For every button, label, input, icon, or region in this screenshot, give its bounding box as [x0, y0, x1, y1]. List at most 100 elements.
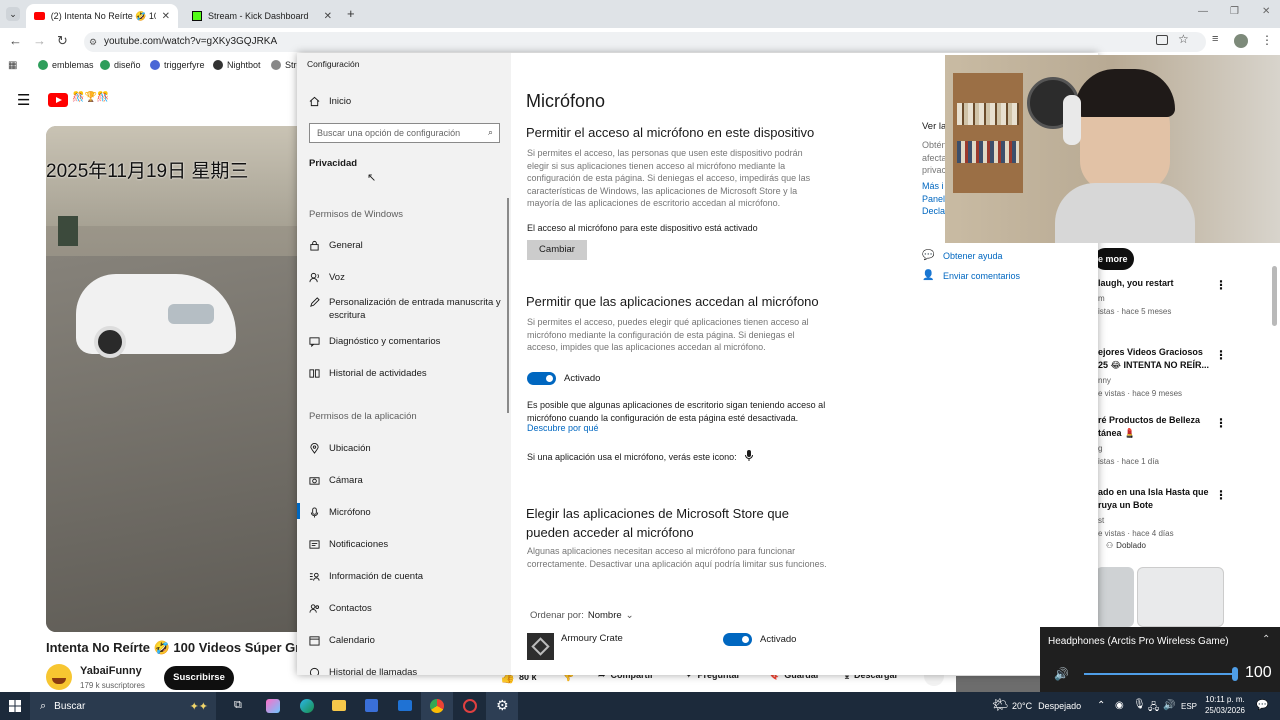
volume-slider-thumb[interactable]: [1232, 667, 1238, 681]
show-more-chip[interactable]: e more: [1094, 248, 1134, 270]
bookmark-diseno[interactable]: diseño: [100, 60, 141, 70]
bookmark-star-icon[interactable]: ☆: [1178, 32, 1189, 46]
windows-start-icon[interactable]: [9, 700, 21, 712]
settings-taskbar-item[interactable]: ⚙: [486, 692, 518, 720]
reload-icon[interactable]: ↻: [57, 33, 68, 49]
network-icon[interactable]: 🖧: [1148, 700, 1159, 717]
nav-scrollbar[interactable]: [507, 198, 509, 413]
related-link[interactable]: Más i: [922, 180, 944, 193]
tab-close-icon[interactable]: ✕: [162, 11, 170, 22]
sort-by-dropdown[interactable]: Ordenar por: Nombre ⌄: [530, 610, 634, 621]
minimize-icon[interactable]: —: [1198, 6, 1208, 17]
nav-location[interactable]: Ubicación: [309, 442, 509, 455]
language-indicator[interactable]: ESP: [1181, 702, 1197, 711]
microphone-tray-icon[interactable]: 🎙: [1133, 699, 1146, 710]
side-video-title-line2[interactable]: 25 😂 INTENTA NO REÍR...: [1098, 360, 1209, 371]
task-view-icon[interactable]: ⧉: [234, 699, 242, 712]
bookmark-nightbot[interactable]: Nightbot: [213, 60, 261, 70]
volume-slider-track[interactable]: [1084, 673, 1234, 675]
side-video-menu-icon[interactable]: ⋮: [1215, 416, 1227, 430]
speaker-icon[interactable]: 🔊: [1054, 667, 1069, 681]
related-link[interactable]: Decla: [922, 205, 945, 218]
audio-device-name[interactable]: Headphones (Arctis Pro Wireless Game): [1048, 636, 1229, 647]
side-video-menu-icon[interactable]: ⋮: [1215, 348, 1227, 362]
sort-by-label: Ordenar por:: [530, 610, 584, 621]
nav-notifications[interactable]: Notificaciones: [309, 538, 509, 551]
nav-microphone[interactable]: Micrófono: [309, 506, 509, 519]
related-link[interactable]: Panel: [922, 193, 945, 206]
browser-menu-icon[interactable]: ⋮: [1261, 33, 1273, 47]
side-video-title-line2[interactable]: ruya un Bote: [1098, 500, 1153, 510]
tab-search-chevron-icon[interactable]: ⌄: [6, 7, 20, 21]
send-feedback-link[interactable]: Enviar comentarios: [943, 270, 1020, 283]
address-bar[interactable]: ⚙ youtube.com/watch?v=gXKy3GQJRKA: [84, 32, 1206, 52]
side-video-title-line2[interactable]: tánea 💄: [1098, 428, 1135, 439]
channel-avatar[interactable]: [46, 664, 72, 690]
side-video-title[interactable]: ejores Videos Graciosos: [1098, 347, 1203, 357]
apps-grid-icon[interactable]: ▦: [8, 60, 17, 71]
nav-contacts[interactable]: Contactos: [309, 602, 509, 615]
tray-app-icon[interactable]: ◉: [1115, 700, 1124, 711]
nav-home[interactable]: Inicio: [309, 95, 509, 108]
nav-voice[interactable]: Voz: [309, 271, 509, 284]
side-video-title[interactable]: laugh, you restart: [1098, 278, 1174, 288]
get-help-link[interactable]: Obtener ayuda: [943, 250, 1003, 263]
nav-account-info[interactable]: Información de cuenta: [309, 570, 509, 583]
site-info-icon[interactable]: ⚙: [89, 32, 97, 52]
side-thumbnail[interactable]: [1096, 567, 1134, 627]
mail-icon[interactable]: [398, 700, 412, 711]
side-video-title[interactable]: ré Productos de Belleza: [1098, 415, 1200, 425]
desktop-apps-note: Es posible que algunas aplicaciones de e…: [527, 400, 826, 423]
clock[interactable]: 10:11 p. m. 25/03/2026: [1202, 695, 1248, 715]
taskbar-search[interactable]: ⌕ Buscar ✦✦: [30, 692, 216, 720]
volume-tray-icon[interactable]: 🔊: [1163, 700, 1175, 711]
bookmark-triggerfyre[interactable]: triggerfyre: [150, 60, 205, 70]
tab-kick[interactable]: Stream - Kick Dashboard ✕: [184, 4, 340, 28]
side-video-menu-icon[interactable]: ⋮: [1215, 278, 1227, 292]
chevron-up-icon[interactable]: ⌃: [1262, 634, 1270, 645]
obs-icon[interactable]: [463, 699, 477, 713]
media-controls-icon[interactable]: ≡: [1212, 33, 1218, 45]
edge-icon[interactable]: [300, 699, 314, 713]
youtube-logo-icon[interactable]: [48, 93, 68, 107]
bookmark-label: Nightbot: [227, 60, 261, 70]
nav-diagnostics[interactable]: Diagnóstico y comentarios: [309, 335, 509, 348]
close-window-icon[interactable]: ✕: [1262, 6, 1270, 17]
profile-avatar[interactable]: [1234, 34, 1248, 48]
forward-arrow-icon[interactable]: →: [33, 33, 46, 48]
bookmark-emblemas[interactable]: emblemas: [38, 60, 94, 70]
notification-center-icon[interactable]: 💬: [1256, 700, 1268, 711]
url-text: youtube.com/watch?v=gXKy3GQJRKA: [104, 36, 278, 47]
file-explorer-icon[interactable]: [332, 700, 346, 711]
side-thumbnail[interactable]: [1137, 567, 1224, 627]
nav-inking[interactable]: Personalización de entrada manuscrita y …: [309, 296, 509, 322]
nav-general[interactable]: General: [309, 239, 509, 252]
restore-icon[interactable]: ❐: [1230, 6, 1239, 17]
weather-widget[interactable]: 20°C Despejado: [1012, 701, 1081, 711]
show-hidden-icons-icon[interactable]: ⌃: [1097, 700, 1105, 711]
tab-close-icon[interactable]: ✕: [324, 11, 332, 22]
subscribe-button[interactable]: Suscribirse: [164, 666, 234, 690]
learn-why-link[interactable]: Descubre por qué: [527, 422, 599, 435]
store-icon[interactable]: [365, 699, 378, 712]
nav-call-history[interactable]: Historial de llamadas: [309, 666, 509, 675]
settings-search-input[interactable]: Buscar una opción de configuración ⌕: [309, 123, 500, 143]
back-arrow-icon[interactable]: ←: [9, 33, 22, 48]
nav-activity[interactable]: Historial de actividades: [309, 367, 509, 380]
change-button[interactable]: Cambiar: [527, 240, 587, 260]
app-access-toggle[interactable]: [527, 372, 556, 385]
app-toggle[interactable]: [723, 633, 752, 646]
hamburger-menu-icon[interactable]: ☰: [17, 91, 30, 109]
channel-name[interactable]: YabaiFunny: [80, 665, 142, 677]
page-scrollbar[interactable]: [1272, 266, 1277, 326]
chrome-taskbar-item[interactable]: [421, 692, 453, 720]
side-video-title[interactable]: ado en una Isla Hasta que: [1098, 487, 1209, 497]
copilot-icon[interactable]: [266, 699, 280, 713]
side-video-menu-icon[interactable]: ⋮: [1215, 488, 1227, 502]
nav-camera[interactable]: Cámara: [309, 474, 509, 487]
cast-icon[interactable]: [1156, 35, 1168, 45]
search-icon[interactable]: ⌕: [488, 127, 493, 138]
tab-youtube[interactable]: (2) Intenta No Reírte 🤣 100 Vi ✕: [26, 4, 178, 28]
new-tab-plus-icon[interactable]: +: [347, 6, 355, 21]
nav-calendar[interactable]: Calendario: [309, 634, 509, 647]
